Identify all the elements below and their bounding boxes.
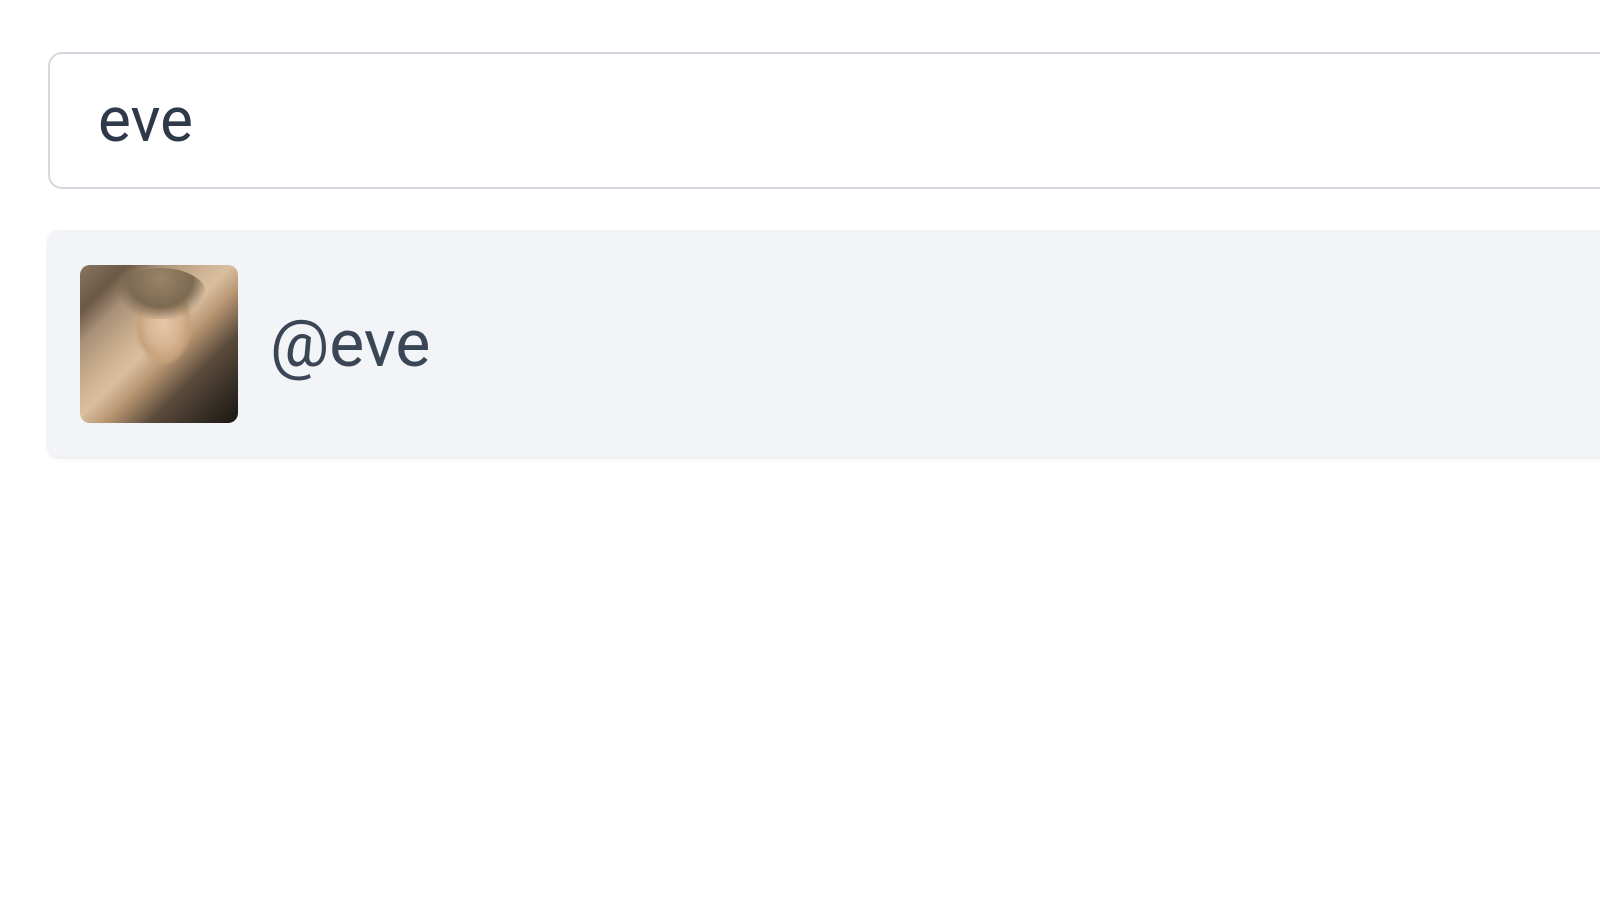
search-container: @eve	[0, 0, 1600, 457]
search-results-dropdown: @eve	[48, 231, 1600, 457]
avatar	[80, 265, 238, 423]
search-box[interactable]	[48, 52, 1600, 189]
search-input[interactable]	[98, 84, 1598, 157]
search-result-item[interactable]: @eve	[48, 231, 1600, 457]
user-handle: @eve	[270, 306, 430, 383]
